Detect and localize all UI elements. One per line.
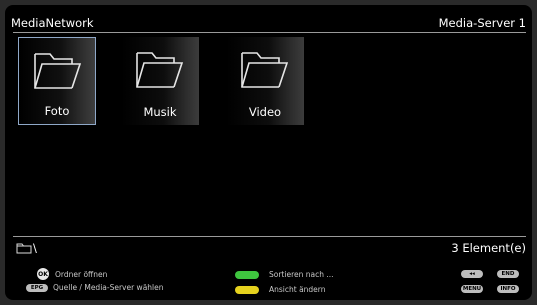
path-bar: \ 3 Element(e) bbox=[16, 240, 526, 256]
folder-small-icon bbox=[16, 243, 32, 253]
folder-label: Video bbox=[248, 105, 282, 119]
folder-icon bbox=[136, 52, 184, 88]
help-end: END bbox=[497, 270, 519, 278]
help-green: Sortieren nach ... bbox=[235, 270, 334, 279]
yellow-key-icon bbox=[235, 285, 259, 294]
header-bar: MediaNetwork Media-Server 1 bbox=[11, 14, 526, 32]
path-divider bbox=[13, 236, 526, 237]
help-info: INFO bbox=[497, 285, 519, 293]
help-ok: OK Ordner öffnen bbox=[37, 268, 107, 280]
path-text: \ bbox=[33, 241, 37, 255]
server-name: Media-Server 1 bbox=[438, 16, 526, 30]
folder-tile-foto[interactable]: Foto bbox=[18, 37, 96, 125]
app-title: MediaNetwork bbox=[11, 16, 94, 30]
green-key-icon bbox=[235, 270, 259, 279]
header-divider bbox=[13, 32, 526, 33]
info-button-icon: INFO bbox=[497, 285, 519, 293]
rewind-icon: ◂◂ bbox=[461, 270, 483, 278]
end-button-icon: END bbox=[497, 270, 519, 278]
help-menu: MENU bbox=[461, 285, 483, 293]
media-network-screen: MediaNetwork Media-Server 1 Foto Musik V… bbox=[5, 5, 532, 300]
element-count: 3 Element(e) bbox=[451, 241, 526, 255]
help-ok-text: Ordner öffnen bbox=[55, 269, 108, 279]
help-yellow: Ansicht ändern bbox=[235, 285, 326, 294]
menu-button-icon: MENU bbox=[461, 285, 483, 293]
folder-tile-musik[interactable]: Musik bbox=[121, 37, 199, 125]
help-rewind: ◂◂ bbox=[461, 270, 483, 278]
folder-tile-video[interactable]: Video bbox=[226, 37, 304, 125]
folder-label: Musik bbox=[143, 105, 177, 119]
help-epg-text: Quelle / Media-Server wählen bbox=[53, 283, 164, 292]
ok-button-icon: OK bbox=[37, 268, 49, 280]
current-path: \ bbox=[16, 241, 37, 255]
folder-label: Foto bbox=[44, 104, 70, 118]
epg-button-icon: EPG bbox=[26, 283, 48, 292]
help-yellow-text: Ansicht ändern bbox=[269, 285, 326, 294]
folder-icon bbox=[241, 52, 289, 88]
help-green-text: Sortieren nach ... bbox=[269, 270, 334, 279]
folder-icon bbox=[34, 53, 82, 89]
help-epg: EPG Quelle / Media-Server wählen bbox=[26, 283, 164, 292]
